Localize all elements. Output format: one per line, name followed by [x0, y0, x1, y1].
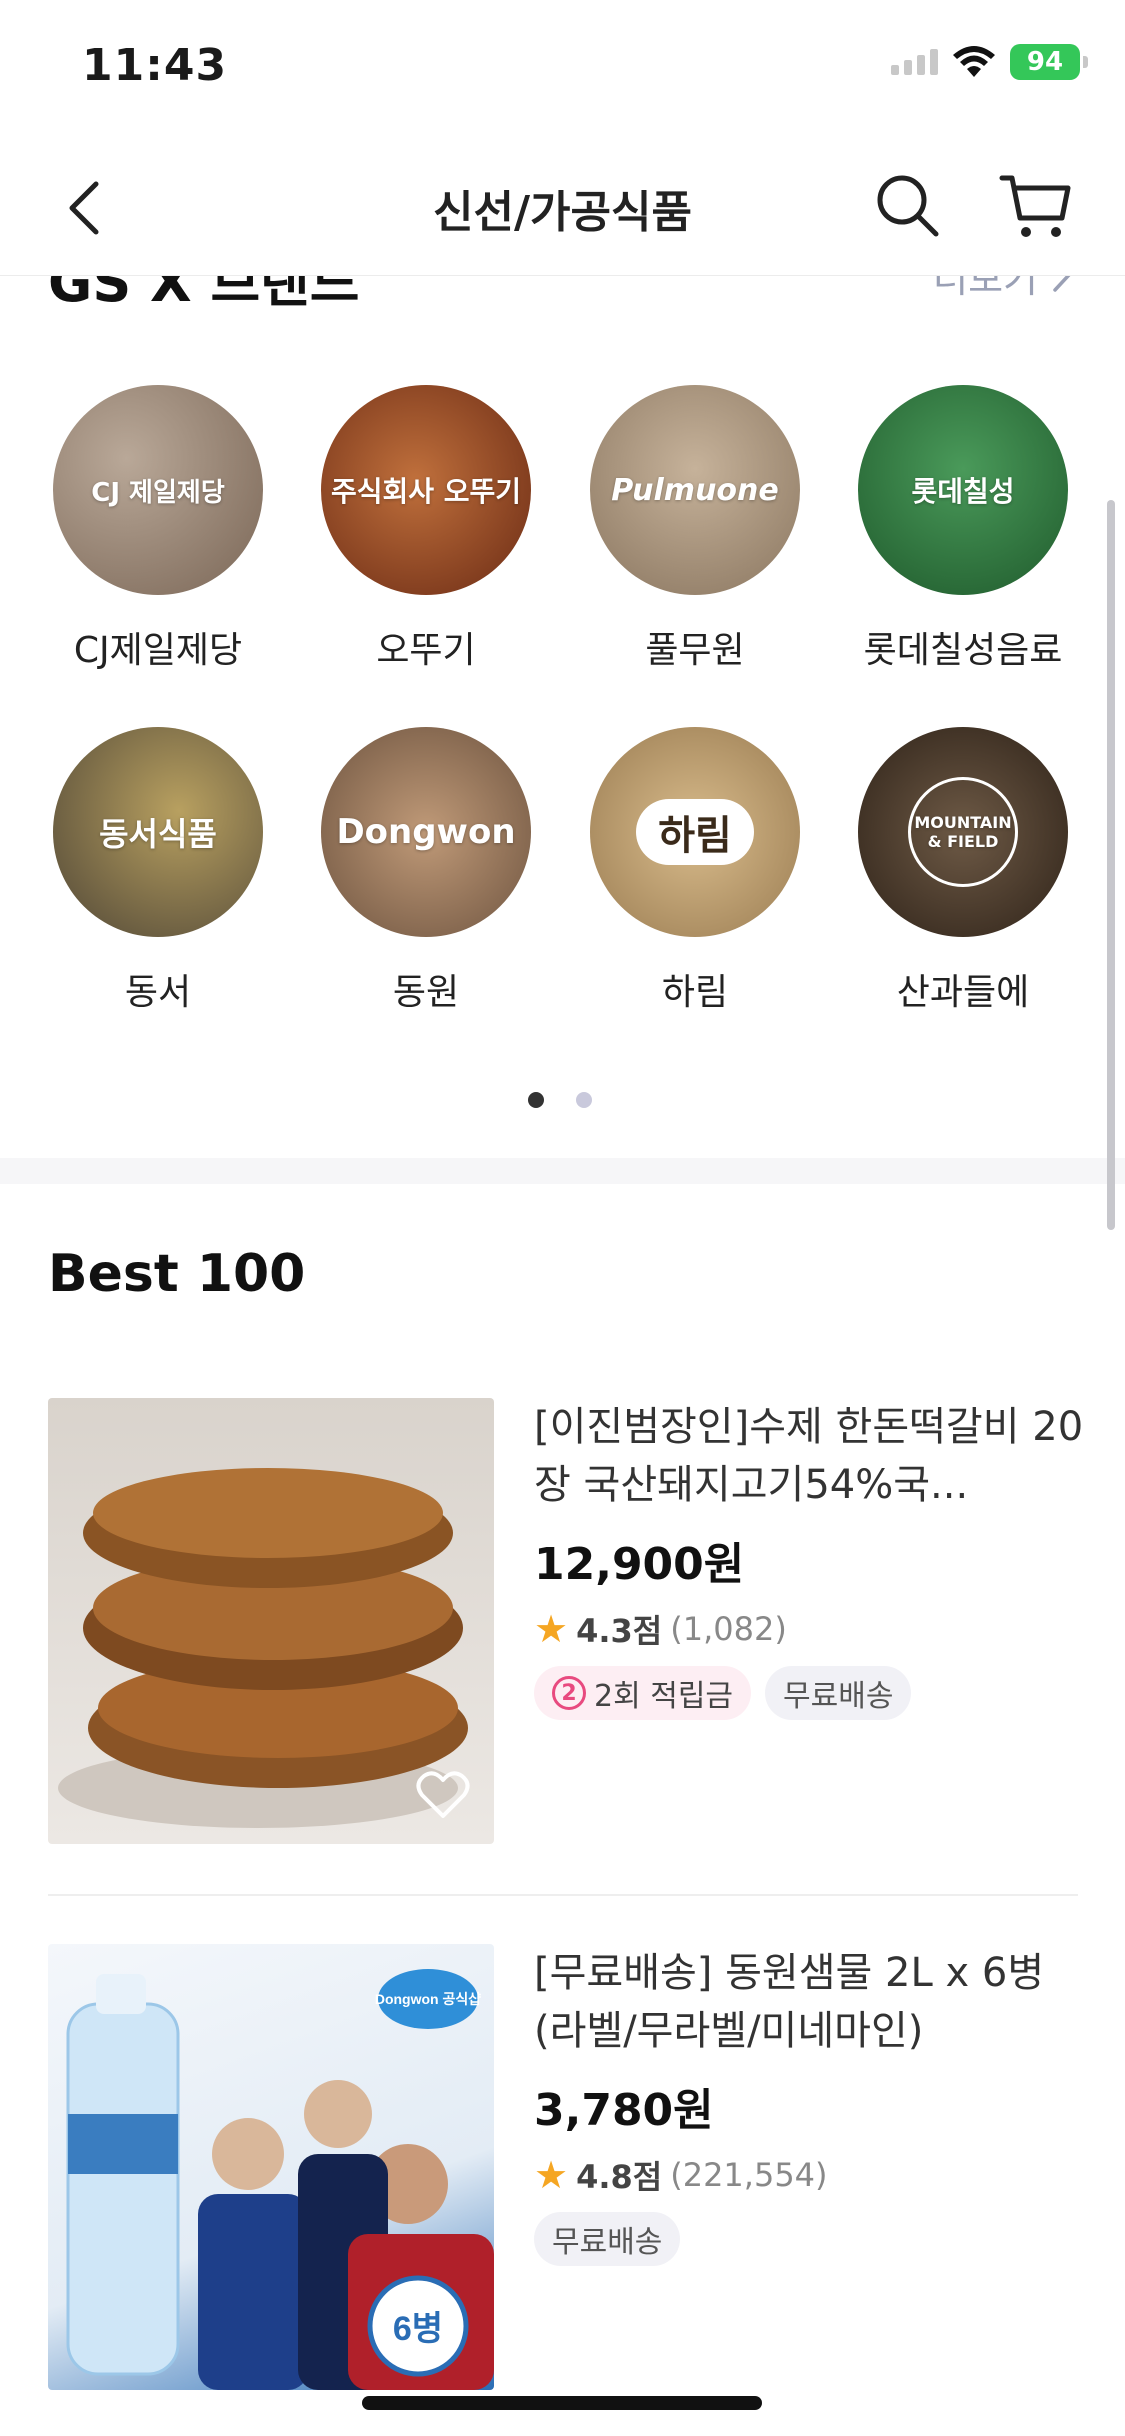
page-title: 신선/가공식품	[433, 187, 692, 238]
product-name[interactable]: [무료배송] 동원샘물 2L x 6병 (라벨/무라벨/미네마인)	[534, 1944, 1094, 2060]
points-icon: 2	[552, 1676, 586, 1710]
brand-name: 동원	[392, 972, 460, 1013]
brand-name: 하림	[661, 972, 729, 1013]
brand-item-dongsuh[interactable]: 동서식품 동서	[24, 727, 292, 1015]
shipping-badge: 무료배송	[765, 1666, 912, 1720]
star-icon: ★	[534, 2153, 569, 2197]
brand-thumbnail: Dongwon	[321, 727, 531, 937]
battery-level: 94	[1026, 47, 1064, 77]
brand-item-harim[interactable]: 하림 하림	[561, 727, 829, 1015]
product-price: 12,900원	[534, 1539, 745, 1590]
rating-count: (221,554)	[670, 2156, 828, 2194]
scrollbar[interactable]	[1107, 500, 1115, 1230]
product-card[interactable]: 6병 Dongwon 공식샵 [무료배송] 동원샘물 2L x 6병 (라벨/무…	[48, 1944, 1078, 2390]
wifi-icon	[953, 46, 995, 77]
brand-logo: CJ 제일제당	[91, 477, 225, 508]
brand-name: 풀무원	[645, 630, 745, 671]
product-card[interactable]: [이진범장인]수제 한돈떡갈비 20장 국산돼지고기54%국... 12,900…	[48, 1398, 1083, 1844]
brand-item-dongwon[interactable]: Dongwon 동원	[292, 727, 560, 1015]
status-icons: 94	[891, 44, 1088, 80]
home-indicator[interactable]	[362, 2396, 762, 2410]
nav-bar: 신선/가공식품	[0, 140, 1125, 276]
brand-logo: Pulmuone	[611, 472, 779, 508]
status-time: 11:43	[82, 40, 228, 91]
brand-item-cj[interactable]: CJ 제일제당 CJ제일제당	[24, 385, 292, 673]
product-divider	[48, 1894, 1078, 1896]
thumb-logo: Dongwon 공식샵	[375, 1991, 481, 2007]
best-section-title: Best 100	[48, 1244, 306, 1304]
rating-score: 4.8점	[576, 2158, 663, 2196]
brand-logo: 동서식품	[99, 815, 217, 853]
brand-logo: 주식회사 오뚜기	[330, 475, 522, 508]
product-info: [무료배송] 동원샘물 2L x 6병 (라벨/무라벨/미네마인) 3,780원…	[534, 1944, 1094, 2266]
water-bottle-image: 6병 Dongwon 공식샵	[66, 1969, 494, 2390]
product-info: [이진범장인]수제 한돈떡갈비 20장 국산돼지고기54%국... 12,900…	[534, 1398, 1094, 1720]
page-indicator	[528, 1092, 592, 1108]
brand-name: CJ제일제당	[73, 630, 243, 671]
brand-logo: Dongwon	[336, 812, 516, 852]
product-price: 3,780원	[534, 2085, 714, 2136]
brand-name: 오뚜기	[376, 630, 476, 671]
rating-count: (1,082)	[670, 1610, 787, 1648]
product-rating: ★ 4.8점 (221,554)	[534, 2152, 1094, 2198]
brand-logo: 하림	[636, 799, 754, 865]
brand-thumbnail: 롯데칠성	[858, 385, 1068, 595]
brand-name: 동서	[124, 972, 192, 1013]
points-badge-label: 2회 적립금	[594, 1679, 734, 1714]
page-dot-1[interactable]	[528, 1092, 544, 1108]
brand-logo: 롯데칠성	[911, 475, 1015, 508]
cart-icon[interactable]	[998, 170, 1074, 242]
section-divider	[0, 1158, 1125, 1184]
page-dot-2[interactable]	[576, 1092, 592, 1108]
star-icon: ★	[534, 1607, 569, 1651]
brand-thumbnail: 주식회사 오뚜기	[321, 385, 531, 595]
product-rating: ★ 4.3점 (1,082)	[534, 1606, 1094, 1652]
status-bar: 11:43 94	[0, 0, 1125, 140]
brand-thumbnail: CJ 제일제당	[53, 385, 263, 595]
brand-logo: MOUNTAIN & FIELD	[908, 777, 1018, 887]
product-name[interactable]: [이진범장인]수제 한돈떡갈비 20장 국산돼지고기54%국...	[534, 1398, 1094, 1514]
points-badge: 2 2회 적립금	[534, 1666, 752, 1720]
battery-icon: 94	[1010, 44, 1088, 80]
shipping-badge: 무료배송	[534, 2212, 681, 2266]
brand-item-pulmuone[interactable]: Pulmuone 풀무원	[561, 385, 829, 673]
brand-item-sangwadeure[interactable]: MOUNTAIN & FIELD 산과들에	[829, 727, 1097, 1015]
search-icon[interactable]	[872, 170, 942, 240]
heart-icon[interactable]	[416, 1770, 470, 1820]
product-badges: 무료배송	[534, 2212, 1094, 2266]
brand-thumbnail: Pulmuone	[590, 385, 800, 595]
brand-name: 산과들에	[896, 972, 1030, 1013]
brand-thumbnail: 동서식품	[53, 727, 263, 937]
brand-thumbnail: 하림	[590, 727, 800, 937]
product-image[interactable]	[48, 1398, 494, 1844]
brand-thumbnail: MOUNTAIN & FIELD	[858, 727, 1068, 937]
thumb-badge: 6병	[393, 2310, 443, 2348]
brand-name: 롯데칠성음료	[863, 630, 1063, 671]
brand-item-ottogi[interactable]: 주식회사 오뚜기 오뚜기	[292, 385, 560, 673]
signal-icon	[891, 49, 938, 75]
product-image[interactable]: 6병 Dongwon 공식샵	[48, 1944, 494, 2390]
product-badges: 2 2회 적립금 무료배송	[534, 1666, 1094, 1720]
rating-score: 4.3점	[576, 1612, 663, 1650]
brand-item-lotte[interactable]: 롯데칠성 롯데칠성음료	[829, 385, 1097, 673]
